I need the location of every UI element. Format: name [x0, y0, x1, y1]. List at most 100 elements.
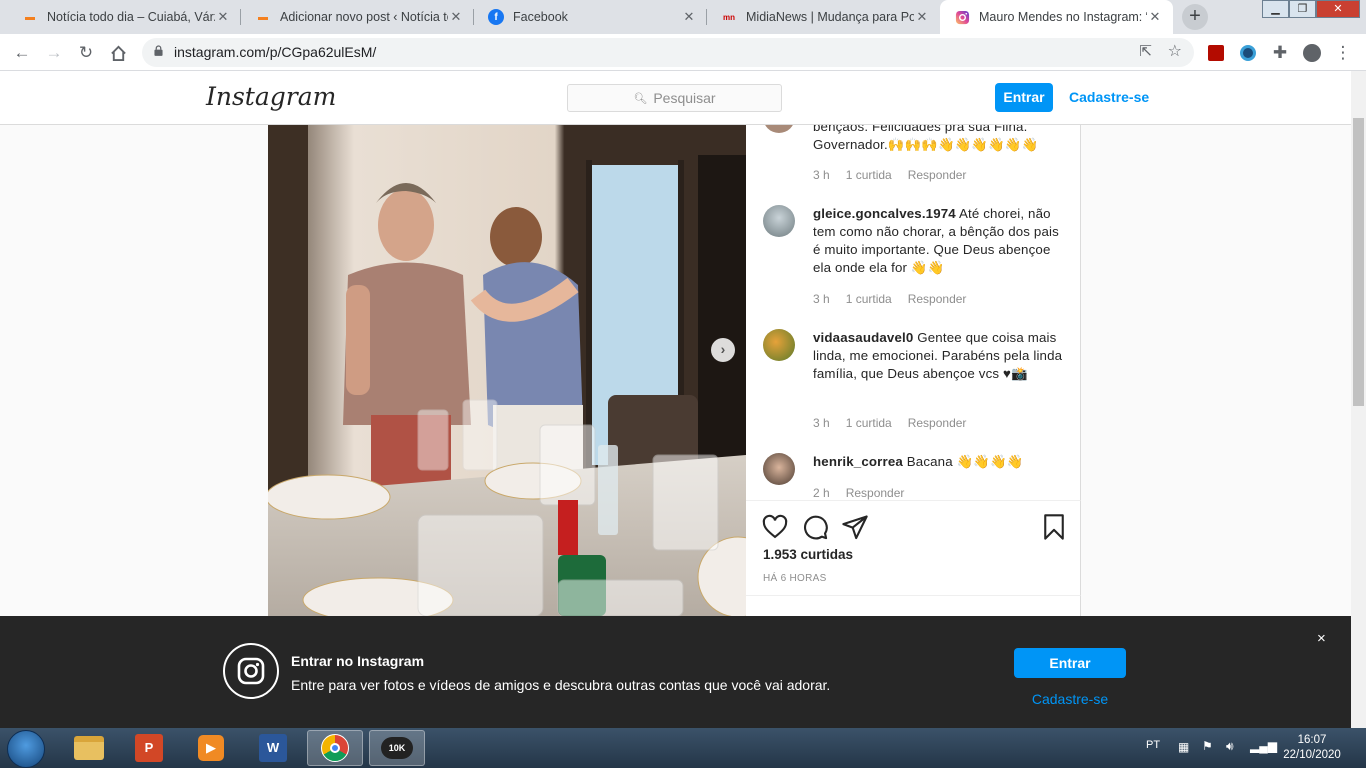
- reload-icon[interactable]: ↻: [74, 41, 98, 65]
- pdf-extension-icon[interactable]: [1204, 41, 1228, 65]
- comment-body: vidaasaudavel0 Gentee que coisa mais lin…: [813, 329, 1063, 383]
- instagram-logo[interactable]: Instagram: [206, 82, 336, 111]
- 10k-icon[interactable]: 10K: [369, 730, 425, 766]
- browser-toolbar: ← → ↻ instagram.com/p/CGpa62ulEsM/ ⇱ ☆ ✚…: [0, 34, 1366, 71]
- explorer-icon[interactable]: [61, 730, 117, 766]
- comment-time[interactable]: 3 h: [813, 416, 830, 430]
- tab-instagram[interactable]: Mauro Mendes no Instagram: “F ✕: [940, 0, 1173, 34]
- extension-icon[interactable]: [1236, 41, 1260, 65]
- puzzle-icon[interactable]: ✚: [1268, 41, 1292, 65]
- home-icon[interactable]: [106, 41, 130, 65]
- search-input[interactable]: 🔍︎ Pesquisar: [567, 84, 782, 112]
- likes-count[interactable]: 1.953 curtidas: [763, 547, 853, 562]
- tab-adicionar-post[interactable]: ▬ Adicionar novo post ‹ Notícia todo ✕: [241, 0, 474, 34]
- menu-dots-icon[interactable]: ⋮: [1331, 41, 1355, 65]
- close-icon[interactable]: ✕: [448, 9, 464, 25]
- reply-button[interactable]: Responder: [908, 168, 967, 182]
- add-comment-area: [746, 595, 1081, 616]
- comment-time[interactable]: 2 h: [813, 486, 830, 500]
- chrome-icon[interactable]: [307, 730, 363, 766]
- share-icon[interactable]: [841, 513, 869, 541]
- avatar[interactable]: [763, 125, 795, 133]
- blogger-icon: ▬: [258, 11, 268, 23]
- 10k-label: 10K: [381, 737, 413, 759]
- clock[interactable]: 16:07 22/10/2020: [1280, 733, 1344, 763]
- start-button[interactable]: [7, 730, 45, 768]
- close-icon[interactable]: ✕: [1147, 9, 1163, 25]
- reply-button[interactable]: Responder: [908, 292, 967, 306]
- reply-button[interactable]: Responder: [908, 416, 967, 430]
- signal-icon[interactable]: ▂▄▆: [1250, 739, 1277, 753]
- comment-username[interactable]: vidaasaudavel0: [813, 330, 913, 345]
- comment-likes[interactable]: 1 curtida: [846, 292, 892, 306]
- next-photo-button[interactable]: ›: [711, 338, 735, 362]
- new-tab-button[interactable]: +: [1182, 4, 1208, 30]
- comment-username[interactable]: henrik_correa: [813, 454, 903, 469]
- profile-avatar-icon[interactable]: [1300, 41, 1324, 65]
- clock-time: 16:07: [1297, 734, 1327, 746]
- comment-icon[interactable]: [801, 513, 829, 541]
- tab-midianews[interactable]: mn MidiaNews | Mudança para Portu ✕: [707, 0, 940, 34]
- page-scrollbar[interactable]: [1351, 71, 1366, 728]
- close-icon[interactable]: ×: [1317, 630, 1326, 647]
- tab-noticia-todo-dia[interactable]: ▬ Notícia todo dia – Cuiabá, Várzea ✕: [8, 0, 241, 34]
- login-button[interactable]: Entrar: [995, 83, 1053, 112]
- flag-icon[interactable]: ⚑: [1202, 739, 1213, 753]
- forward-arrow-icon[interactable]: →: [42, 41, 66, 65]
- tab-title: Notícia todo dia – Cuiabá, Várzea: [47, 10, 215, 24]
- banner-title: Entrar no Instagram: [291, 653, 425, 669]
- comment-meta: 3 h 1 curtida Responder: [813, 168, 982, 182]
- window-close-button[interactable]: ✕: [1316, 0, 1360, 18]
- language-indicator[interactable]: PT: [1146, 739, 1160, 751]
- search-placeholder: Pesquisar: [653, 90, 716, 106]
- comment-meta: 2 h Responder: [813, 486, 920, 500]
- banner-login-button[interactable]: Entrar: [1014, 648, 1126, 678]
- comments-list[interactable]: bençãos. Felicidades pra sua Filha. Gove…: [746, 125, 1081, 500]
- address-bar[interactable]: instagram.com/p/CGpa62ulEsM/ ⇱ ☆: [142, 38, 1194, 67]
- media-player-icon[interactable]: ▶: [183, 730, 239, 766]
- close-icon[interactable]: ✕: [914, 9, 930, 25]
- close-icon[interactable]: ✕: [681, 9, 697, 25]
- banner-description: Entre para ver fotos e vídeos de amigos …: [291, 677, 831, 693]
- clock-date: 22/10/2020: [1283, 749, 1341, 761]
- banner-signup-link[interactable]: Cadastre-se: [1014, 691, 1126, 707]
- bookmark-star-icon[interactable]: ☆: [1168, 41, 1182, 61]
- avatar[interactable]: [763, 453, 795, 485]
- comment-username[interactable]: gleice.goncalves.1974: [813, 206, 956, 221]
- reply-button[interactable]: Responder: [846, 486, 905, 500]
- avatar[interactable]: [763, 205, 795, 237]
- back-arrow-icon[interactable]: ←: [10, 41, 34, 65]
- url-text: instagram.com/p/CGpa62ulEsM/: [174, 44, 377, 60]
- tab-title: Adicionar novo post ‹ Notícia todo: [280, 10, 448, 24]
- comment-time[interactable]: 3 h: [813, 292, 830, 306]
- signup-link[interactable]: Cadastre-se: [1069, 89, 1149, 105]
- windows-taskbar: P ▶ W 10K PT ▦ ⚑ 🔊︎ ▂▄▆ 16:07 22/10/2020: [0, 728, 1366, 768]
- scrollbar-thumb[interactable]: [1353, 118, 1364, 406]
- volume-icon[interactable]: 🔊︎: [1226, 739, 1234, 754]
- word-icon[interactable]: W: [245, 730, 301, 766]
- instagram-header: Instagram 🔍︎ Pesquisar Entrar Cadastre-s…: [0, 71, 1351, 125]
- comment-body: gleice.goncalves.1974 Até chorei, não te…: [813, 205, 1063, 277]
- open-in-app-icon[interactable]: ⇱: [1139, 42, 1152, 60]
- save-bookmark-icon[interactable]: [1040, 513, 1068, 541]
- lock-icon: [154, 45, 163, 56]
- network-icon[interactable]: ▦: [1178, 740, 1189, 754]
- facebook-icon: f: [488, 9, 504, 25]
- powerpoint-icon[interactable]: P: [121, 730, 177, 766]
- search-icon: 🔍︎: [633, 92, 648, 105]
- close-icon[interactable]: ✕: [215, 9, 231, 25]
- tab-facebook[interactable]: f Facebook ✕: [474, 0, 707, 34]
- maximize-button[interactable]: ❐: [1289, 0, 1316, 18]
- minimize-button[interactable]: ▁: [1262, 0, 1289, 18]
- comment-likes[interactable]: 1 curtida: [846, 168, 892, 182]
- instagram-icon: [223, 643, 279, 699]
- post-time: HÁ 6 HORAS: [763, 573, 827, 584]
- comment-text: bençãos. Felicidades pra sua Filha. Gove…: [813, 125, 1039, 152]
- comment-time[interactable]: 3 h: [813, 168, 830, 182]
- comment-body: henrik_correa Bacana 👋👋👋👋: [813, 453, 1063, 471]
- avatar[interactable]: [763, 329, 795, 361]
- login-banner: Entrar no Instagram Entre para ver fotos…: [0, 616, 1351, 728]
- heart-icon[interactable]: [761, 513, 789, 541]
- comment-likes[interactable]: 1 curtida: [846, 416, 892, 430]
- browser-tab-strip: ▬ Notícia todo dia – Cuiabá, Várzea ✕ ▬ …: [0, 0, 1366, 34]
